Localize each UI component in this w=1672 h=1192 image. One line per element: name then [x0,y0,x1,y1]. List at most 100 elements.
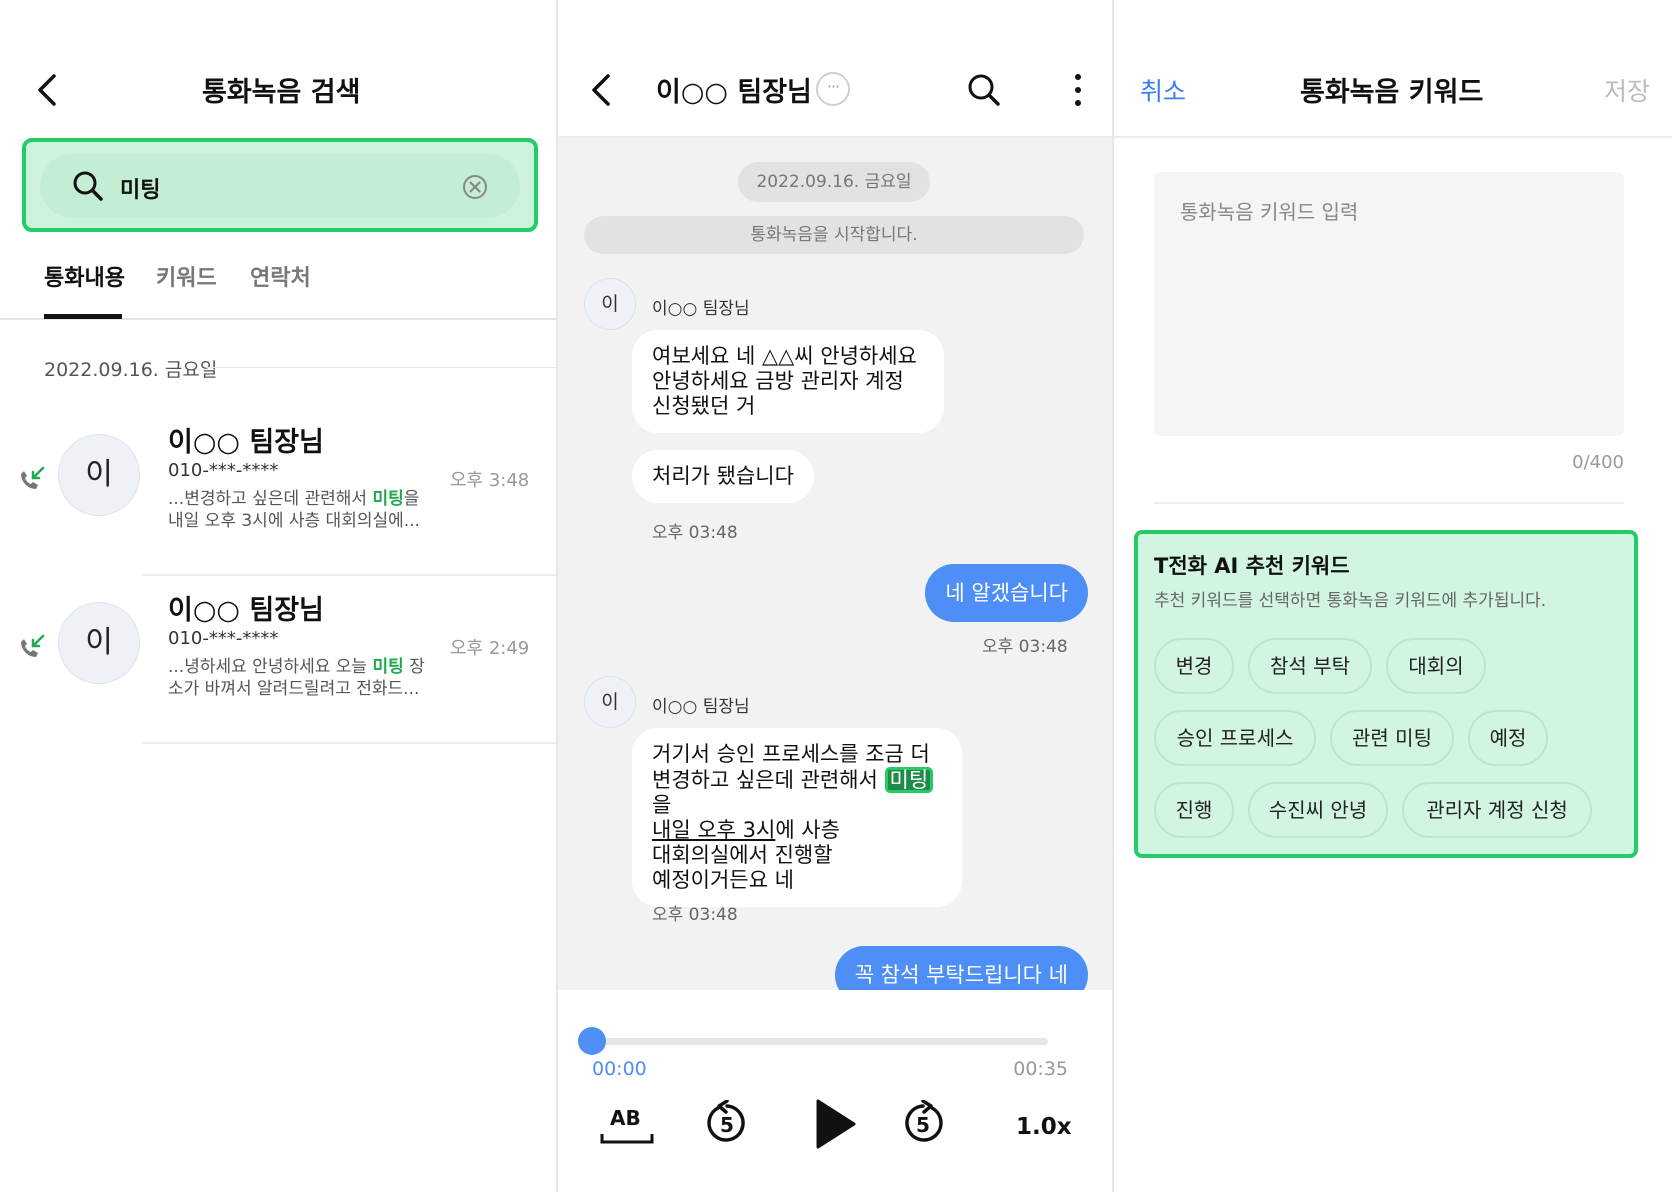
keyword-header: 취소 통화녹음 키워드 저장 [1114,0,1672,138]
message-bubble: 거기서 승인 프로세스를 조금 더 변경하고 싶은데 관련해서 미팅을 내일 오… [632,728,962,907]
snippet-match: 미팅 [372,489,404,509]
keyword-chip[interactable]: 수진씨 안녕 [1248,782,1388,838]
message-text: 을 [652,793,672,817]
search-icon[interactable] [964,70,1004,110]
call-time: 오후 3:48 [450,470,530,491]
transcript-header: 이○○ 팀장님 ··· [558,0,1112,138]
sender-name: 이○○ 팀장님 [652,697,750,717]
transcript-snippet: ...녕하세요 안녕하세요 오늘 미팅 장소가 바껴서 알려드릴려고 전화드..… [168,656,438,700]
transcript-snippet: ...변경하고 싶은데 관련해서 미팅을 내일 오후 3시에 사층 대회의실에.… [168,488,438,532]
keyword-chip[interactable]: 변경 [1154,638,1234,694]
keyword-highlight: 미팅 [884,767,934,793]
keyword-chip[interactable]: 대회의 [1386,638,1486,694]
ab-repeat-button[interactable]: AB [600,1106,654,1150]
snippet-match: 미팅 [372,657,404,677]
tab-active-indicator [44,314,122,319]
divider [142,742,556,744]
progress-knob[interactable] [578,1027,606,1055]
search-tabs: 통화내용 키워드 연락처 [0,252,556,320]
search-icon [73,171,103,201]
tab-contacts[interactable]: 연락처 [250,260,311,292]
ai-title: T전화 AI 추천 키워드 [1154,554,1350,578]
search-panel: 통화녹음 검색 미팅 통화내용 키워드 연락처 2022.09.16. 금요일 [0,0,558,1192]
back-icon[interactable] [28,70,68,110]
keyword-input[interactable]: 통화녹음 키워드 입력 [1154,172,1624,436]
ai-recommendation-box: T전화 AI 추천 키워드 추천 키워드를 선택하면 통화녹음 키워드에 추가됩… [1134,530,1638,858]
more-options-icon[interactable]: ··· [816,72,850,106]
message-bubble: 처리가 됐습니다 [632,450,814,503]
sent-message-bubble: 네 알겠습니다 [925,564,1088,622]
message-time: 오후 03:48 [982,637,1068,657]
cancel-button[interactable]: 취소 [1140,72,1186,108]
forward-5-button[interactable]: 5 [900,1100,946,1146]
underlined-text: 내일 오후 3시 [652,818,776,842]
rewind-5-button[interactable]: 5 [704,1100,750,1146]
keyword-chip[interactable]: 관리자 계정 신청 [1402,782,1592,838]
back-icon[interactable] [582,70,622,110]
keyword-chip[interactable]: 예정 [1468,710,1548,766]
contact-name: 이○○ 팀장님 [168,427,324,458]
result-item[interactable]: 이 이○○ 팀장님 010-***-**** 오후 3:48 ...변경하고 싶… [0,408,556,576]
ab-bracket-icon [600,1134,654,1144]
kebab-menu-icon[interactable] [1058,70,1098,110]
message-line: 안녕하세요 금방 관리자 계정 [652,369,904,393]
save-button[interactable]: 저장 [1604,72,1650,108]
keyword-chip[interactable]: 관련 미팅 [1330,710,1454,766]
message-bubble: 여보세요 네 △△씨 안녕하세요 안녕하세요 금방 관리자 계정 신청됐던 거 [632,330,944,433]
snippet-text: ...녕하세요 안녕하세요 오늘 [168,657,373,677]
progress-track[interactable] [592,1038,1048,1045]
search-header: 통화녹음 검색 [0,0,556,138]
search-highlight: 미팅 [22,138,538,232]
result-item[interactable]: 이 이○○ 팀장님 010-***-**** 오후 2:49 ...녕하세요 안… [0,576,556,744]
keyword-chip[interactable]: 승인 프로세스 [1154,710,1316,766]
contact-number: 010-***-**** [168,628,279,649]
avatar: 이 [58,434,140,516]
message-time: 오후 03:48 [652,523,738,543]
date-pill: 2022.09.16. 금요일 [738,162,930,202]
date-divider [206,367,556,368]
message-line: 거기서 승인 프로세스를 조금 더 [652,742,930,766]
forward-seconds: 5 [916,1113,930,1137]
incoming-call-icon [21,466,45,489]
avatar: 이 [584,676,636,728]
snippet-text: ...변경하고 싶은데 관련해서 [168,489,373,509]
message-line: 예정이거든요 네 [652,868,794,892]
ai-subtitle: 추천 키워드를 선택하면 통화녹음 키워드에 추가됩니다. [1154,591,1547,611]
keyword-placeholder: 통화녹음 키워드 입력 [1180,200,1359,224]
clear-icon[interactable] [462,174,488,200]
current-time: 00:00 [592,1058,647,1080]
page-title: 통화녹음 키워드 [1300,77,1484,108]
message-line: 처리가 됐습니다 [652,464,794,488]
message-line: 변경하고 싶은데 관련해서 미팅을 [652,767,942,818]
rewind-seconds: 5 [720,1113,734,1137]
search-field[interactable]: 미팅 [40,154,520,218]
contact-name: 이○○ 팀장님 [168,595,324,626]
message-text: 변경하고 싶은데 관련해서 [652,768,885,792]
message-line: 내일 오후 3시에 사층 [652,818,942,843]
message-text: 에 사층 [775,818,840,842]
play-icon[interactable] [814,1098,858,1150]
call-time: 오후 2:49 [450,638,530,659]
contact-number: 010-***-**** [168,460,279,481]
avatar: 이 [58,602,140,684]
page-title: 통화녹음 검색 [202,77,361,108]
search-input[interactable]: 미팅 [120,172,160,204]
divider [1154,502,1624,504]
character-counter: 0/400 [1572,452,1624,473]
system-message: 통화녹음을 시작합니다. [584,216,1084,254]
incoming-call-icon [21,634,45,657]
keyword-panel: 취소 통화녹음 키워드 저장 통화녹음 키워드 입력 0/400 T전화 AI … [1114,0,1672,1192]
contact-title: 이○○ 팀장님 [656,77,812,108]
message-time: 오후 03:48 [652,905,738,925]
tab-call-content[interactable]: 통화내용 [44,260,125,292]
keyword-chip[interactable]: 참석 부탁 [1248,638,1372,694]
total-time: 00:35 [1013,1058,1068,1080]
message-line: 대회의실에서 진행할 [652,843,833,867]
transcript-panel: 이○○ 팀장님 ··· 2022.09.16. 금요일 통화녹음을 시작합니다.… [558,0,1114,1192]
message-line: 신청됐던 거 [652,394,756,418]
tab-keyword[interactable]: 키워드 [156,260,217,292]
audio-player: 00:00 00:35 AB 5 5 1.0x [558,990,1112,1192]
avatar: 이 [584,278,636,330]
playback-speed-button[interactable]: 1.0x [1016,1114,1072,1140]
keyword-chip[interactable]: 진행 [1154,782,1234,838]
